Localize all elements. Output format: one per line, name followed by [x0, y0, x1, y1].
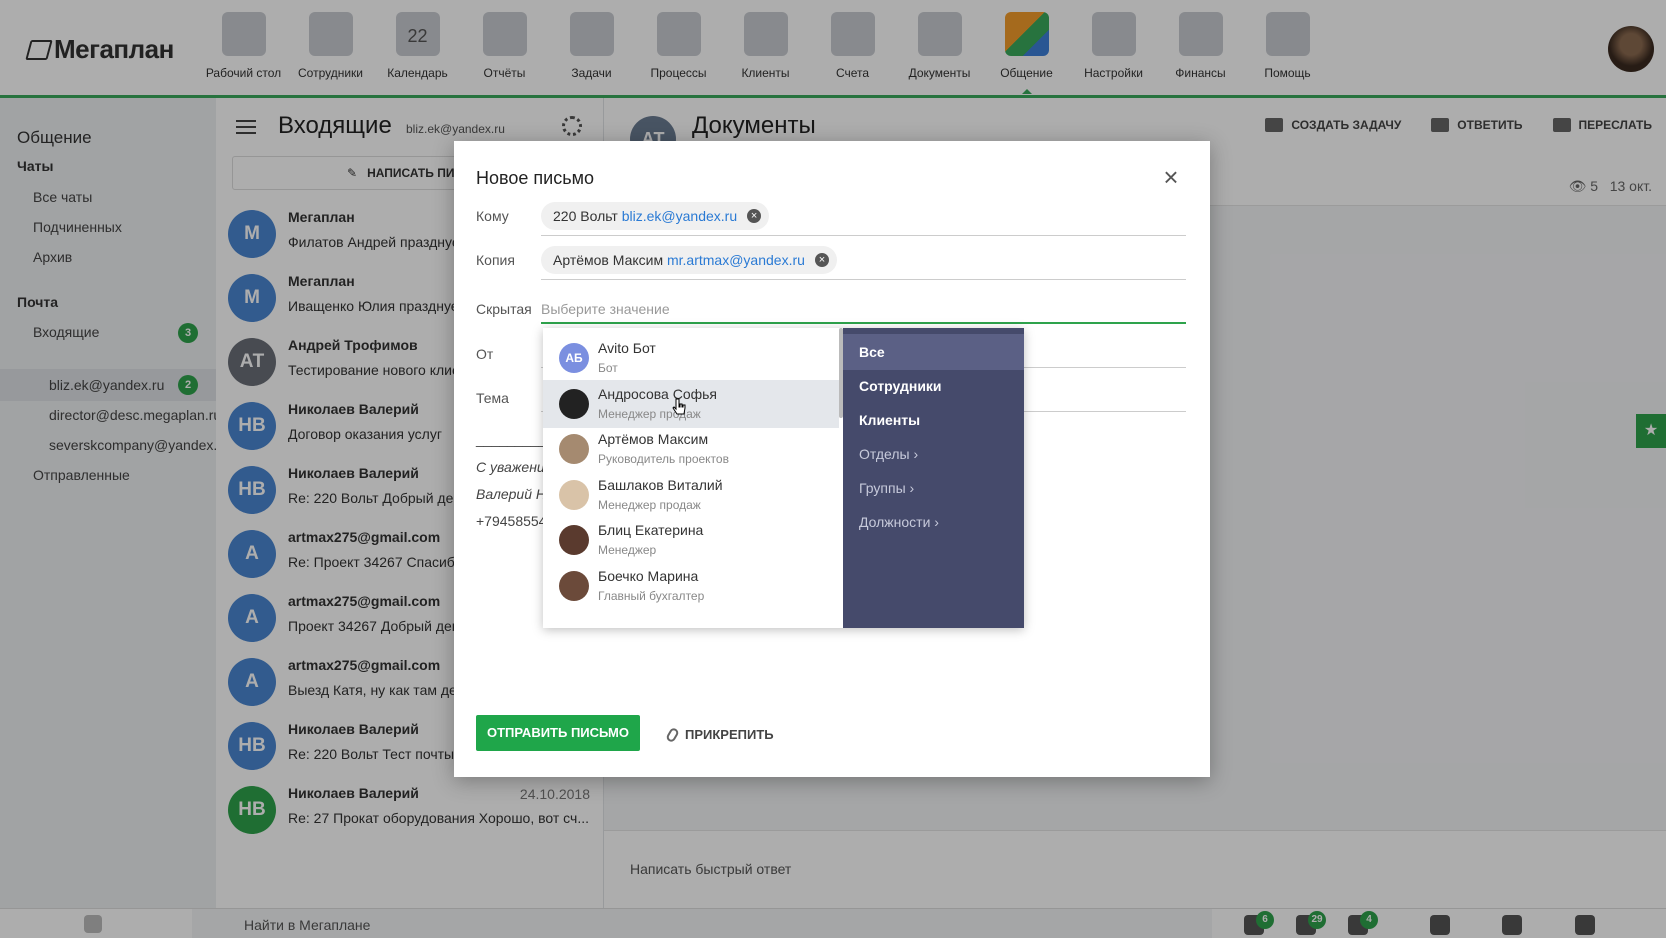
to-recipient-chip[interactable]: 220 Вольт bliz.ek@yandex.ru × [541, 202, 770, 230]
cc-field-line [541, 279, 1186, 280]
to-field-line [541, 235, 1186, 236]
category-option[interactable]: Группы › [843, 470, 1024, 506]
person-name: Avito Бот [598, 340, 656, 356]
chevron-right-icon: › [909, 480, 915, 496]
remove-chip-icon[interactable]: × [747, 209, 762, 223]
category-list: Все Сотрудники Клиенты Отделы › Группы › Долж… [843, 328, 1024, 628]
recipient-dropdown: АБ Avito Бот Бот Андросова Софья Менеджер пр… [543, 328, 1024, 628]
category-option[interactable]: Сотрудники [843, 368, 1024, 404]
paperclip-icon [665, 726, 680, 743]
chevron-right-icon: › [913, 446, 919, 462]
bcc-label: Скрытая [476, 301, 532, 317]
person-avatar: АБ [559, 343, 589, 373]
close-icon[interactable]: × [1160, 164, 1182, 190]
category-option[interactable]: Все [843, 334, 1024, 370]
person-avatar [559, 434, 589, 464]
signature-line: _________ [476, 431, 547, 447]
person-option[interactable]: Башлаков Виталий Менеджер продаж [543, 471, 839, 519]
category-label: Все [859, 344, 885, 360]
person-option[interactable]: Боечко Марина Главный бухгалтер [543, 562, 839, 610]
category-label: Должности [859, 514, 931, 530]
category-option[interactable]: Клиенты [843, 402, 1024, 438]
person-option[interactable]: Блиц Екатерина Менеджер [543, 516, 839, 564]
from-label: От [476, 346, 494, 362]
person-name: Блиц Екатерина [598, 522, 704, 538]
bcc-input[interactable]: Выберите значение [541, 301, 670, 317]
signature-name: Валерий Н [476, 486, 547, 502]
person-avatar [559, 388, 589, 419]
person-option[interactable]: Артёмов Максим Руководитель проектов [543, 425, 839, 473]
category-label: Группы [859, 480, 906, 496]
cc-chip-name: Артёмов Максим [553, 252, 664, 268]
subject-label: Тема [476, 390, 509, 406]
person-name: Андросова Софья [598, 385, 717, 402]
people-list: АБ Avito Бот Бот Андросова Софья Менеджер пр… [543, 328, 843, 628]
person-name: Башлаков Виталий [598, 476, 723, 493]
remove-chip-icon[interactable]: × [814, 253, 829, 267]
cc-chip-email: mr.artmax@yandex.ru [666, 252, 805, 268]
person-role: Руководитель проектов [598, 452, 729, 466]
attach-label: ПРИКРЕПИТЬ [685, 727, 774, 742]
category-label: Клиенты [859, 412, 921, 428]
signature-phone: +79458554 [476, 513, 547, 529]
person-role: Главный бухгалтер [598, 588, 705, 603]
category-label: Сотрудники [859, 378, 942, 394]
person-avatar [559, 570, 589, 601]
person-option[interactable]: АБ Avito Бот Бот [543, 334, 839, 382]
person-option[interactable]: Андросова Софья Менеджер продаж [543, 379, 839, 428]
modal-title: Новое письмо [476, 168, 594, 188]
person-role: Бот [598, 361, 618, 375]
person-avatar [559, 479, 589, 510]
to-chip-email: bliz.ek@yandex.ru [621, 208, 738, 224]
attach-button[interactable]: ПРИКРЕПИТЬ [665, 726, 774, 743]
cc-label: Копия [476, 252, 515, 268]
person-name: Артёмов Максим [598, 431, 709, 447]
chevron-right-icon: › [934, 514, 939, 530]
hand-cursor-icon [672, 398, 686, 415]
to-chip-name: 220 Вольт [553, 208, 618, 224]
person-role: Менеджер [598, 543, 657, 557]
send-email-button[interactable]: ОТПРАВИТЬ ПИСЬМО [476, 715, 640, 751]
person-role: Менеджер продаж [598, 497, 701, 512]
person-name: Боечко Марина [598, 567, 699, 584]
category-option[interactable]: Отделы › [843, 436, 1024, 472]
category-label: Отделы [859, 446, 910, 462]
bcc-field-line [541, 322, 1186, 324]
category-option[interactable]: Должности › [843, 504, 1024, 540]
cc-recipient-chip[interactable]: Артёмов Максим mr.artmax@yandex.ru × [541, 246, 837, 274]
person-avatar [559, 525, 589, 555]
to-label: Кому [476, 208, 509, 224]
